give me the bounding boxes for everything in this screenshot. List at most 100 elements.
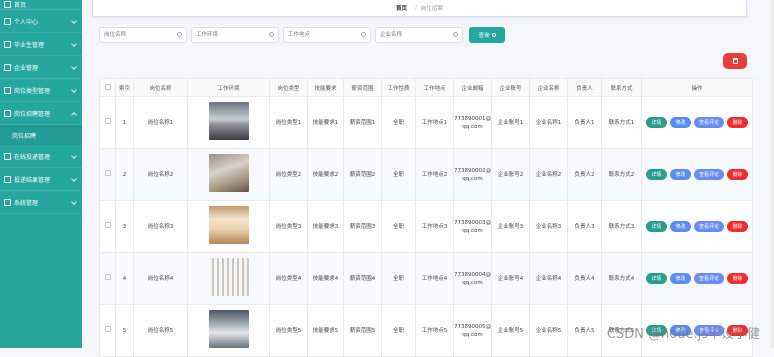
cell-index: 4 [115, 252, 134, 305]
cell-work-env [187, 252, 270, 305]
detail-button[interactable]: 详情 [646, 221, 667, 232]
row-checkbox[interactable] [104, 118, 111, 124]
cell-company: 企业名称1 [529, 96, 568, 149]
col-header: 企业邮箱 [453, 78, 492, 97]
sidebar-item-home[interactable]: 首页 [0, 0, 82, 10]
select-all-header[interactable] [99, 78, 116, 97]
view-comments-button[interactable]: 查看评论 [694, 117, 724, 128]
batch-delete-button[interactable] [723, 53, 747, 69]
cell-place: 工作地点2 [415, 148, 454, 201]
edit-button[interactable]: 修改 [670, 273, 691, 284]
company-name-field[interactable] [375, 27, 463, 43]
breadcrumb-home[interactable]: 首页 [396, 4, 407, 12]
sidebar: 首页 个人中心 毕业生管理 企业管理 岗位类型管理 岗位招聘管理 岗位招聘 在线… [0, 0, 82, 348]
job-name-input[interactable] [104, 28, 174, 42]
row-checkbox[interactable] [104, 274, 111, 280]
work-env-field[interactable] [191, 27, 279, 43]
delete-button[interactable]: 删除 [727, 117, 748, 128]
col-header: 工作环境 [187, 78, 270, 97]
cell-skill: 技能要求4 [307, 252, 344, 305]
work-env-input[interactable] [196, 28, 266, 42]
job-name-field[interactable] [99, 27, 187, 43]
scrollbar[interactable] [770, 0, 774, 348]
delete-button[interactable]: 删除 [727, 169, 748, 180]
chevron-down-icon [71, 199, 77, 205]
sidebar-subitem-job-recruit[interactable]: 岗位招聘 [0, 125, 82, 145]
detail-button[interactable]: 详情 [646, 169, 667, 180]
row-checkbox[interactable] [104, 326, 111, 332]
sidebar-item-label: 岗位类型管理 [14, 87, 51, 95]
table-row: 2 岗位名称2 岗位类型2 技能要求2 薪资范围2 全职 工作地点2 77389… [99, 148, 753, 201]
cell-type: 岗位类型3 [269, 200, 308, 253]
search-icon [491, 33, 496, 37]
delete-button[interactable]: 删除 [727, 273, 748, 284]
cell-skill: 技能要求5 [307, 304, 344, 357]
gear-icon [4, 198, 11, 206]
table-row: 4 岗位名称4 岗位类型4 技能要求4 薪资范围4 全职 工作地点4 77389… [99, 252, 753, 305]
cell-skill: 技能要求3 [307, 200, 344, 253]
cell-manager: 负责人4 [567, 252, 602, 305]
edit-button[interactable]: 修改 [670, 169, 691, 180]
sidebar-item-job-recruit[interactable]: 岗位招聘管理 [0, 102, 82, 125]
col-header: 企业账号 [491, 78, 530, 97]
edit-button[interactable]: 修改 [670, 117, 691, 128]
sidebar-item-companies[interactable]: 企业管理 [0, 56, 82, 79]
cell-nature: 全职 [381, 96, 416, 149]
office-photo [208, 102, 249, 140]
home-icon [4, 1, 11, 8]
cell-account: 企业账号4 [491, 252, 530, 305]
trash-icon [732, 58, 738, 64]
edit-button[interactable]: 修改 [670, 221, 691, 232]
chevron-down-icon [71, 18, 77, 24]
view-comments-button[interactable]: 查看评论 [694, 273, 724, 284]
cell-ops: 详情 修改 查看评论 删除 [641, 252, 753, 305]
sidebar-item-label: 系统管理 [14, 199, 39, 207]
delete-button[interactable]: 删除 [727, 221, 748, 232]
query-button[interactable]: 查询 [469, 27, 505, 43]
job-table: 索引 岗位名称 工作环境 岗位类型 技能要求 薪资范围 工作性质 工作地点 企业… [99, 78, 753, 357]
sidebar-item-delivery-results[interactable]: 投递结果管理 [0, 168, 82, 191]
cell-email: 773890001@qq.com [453, 96, 492, 149]
cell-company: 企业名称2 [529, 148, 568, 201]
company-name-input[interactable] [380, 28, 450, 42]
cell-contact: 联系方式4 [601, 252, 642, 305]
col-header: 企业名称 [529, 78, 568, 97]
menu-icon [4, 86, 11, 94]
menu-icon [4, 63, 11, 71]
cell-contact: 联系方式3 [601, 200, 642, 253]
cell-work-env [187, 304, 270, 357]
search-icon [177, 32, 182, 37]
table-row: 3 岗位名称3 岗位类型3 技能要求3 薪资范围3 全职 工作地点3 77389… [99, 200, 753, 253]
table-header-row: 索引 岗位名称 工作环境 岗位类型 技能要求 薪资范围 工作性质 工作地点 企业… [99, 78, 753, 97]
view-comments-button[interactable]: 查看评论 [694, 169, 724, 180]
detail-button[interactable]: 详情 [646, 117, 667, 128]
sidebar-item-graduates[interactable]: 毕业生管理 [0, 33, 82, 56]
sidebar-item-job-types[interactable]: 岗位类型管理 [0, 79, 82, 102]
view-comments-button[interactable]: 查看评论 [694, 221, 724, 232]
col-header: 岗位类型 [269, 78, 308, 97]
detail-button[interactable]: 详情 [646, 273, 667, 284]
work-place-input[interactable] [288, 28, 358, 42]
chevron-up-icon [71, 112, 77, 118]
sidebar-item-online-delivery[interactable]: 在线投递管理 [0, 145, 82, 168]
sidebar-item-label: 岗位招聘管理 [14, 110, 51, 118]
cell-ops: 详情 修改 查看评论 删除 [641, 200, 753, 253]
chevron-down-icon [71, 153, 77, 159]
cell-work-env [187, 148, 270, 201]
chevron-down-icon [71, 41, 77, 47]
col-header: 负责人 [567, 78, 602, 97]
select-all-checkbox[interactable] [104, 83, 111, 90]
sidebar-item-system[interactable]: 系统管理 [0, 191, 82, 214]
cell-job-name: 岗位名称2 [133, 148, 188, 201]
search-icon [453, 32, 458, 37]
work-place-field[interactable] [283, 27, 371, 43]
menu-icon [4, 152, 11, 160]
row-checkbox[interactable] [104, 222, 111, 228]
chevron-down-icon [71, 176, 77, 182]
sidebar-item-label: 企业管理 [14, 64, 39, 72]
cell-type: 岗位类型2 [269, 148, 308, 201]
sidebar-item-personal[interactable]: 个人中心 [0, 10, 82, 33]
chevron-down-icon [71, 87, 77, 93]
col-header: 工作性质 [381, 78, 416, 97]
row-checkbox[interactable] [104, 170, 111, 176]
